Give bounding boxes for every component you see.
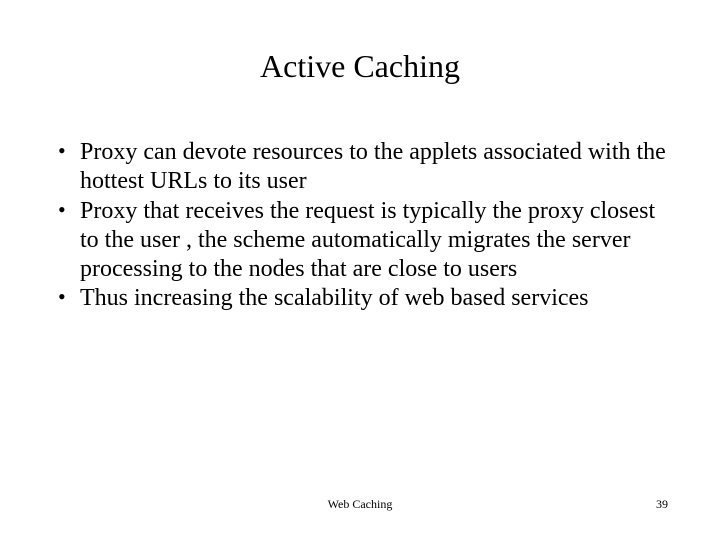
bullet-item: Proxy can devote resources to the applet… xyxy=(54,138,666,197)
bullet-item: Thus increasing the scalability of web b… xyxy=(54,284,666,313)
footer-label: Web Caching xyxy=(0,497,720,512)
slide: Active Caching Proxy can devote resource… xyxy=(0,0,720,540)
slide-body: Proxy can devote resources to the applet… xyxy=(54,138,666,314)
bullet-list: Proxy can devote resources to the applet… xyxy=(54,138,666,314)
page-number: 39 xyxy=(656,497,668,512)
slide-title: Active Caching xyxy=(0,48,720,85)
bullet-item: Proxy that receives the request is typic… xyxy=(54,197,666,285)
